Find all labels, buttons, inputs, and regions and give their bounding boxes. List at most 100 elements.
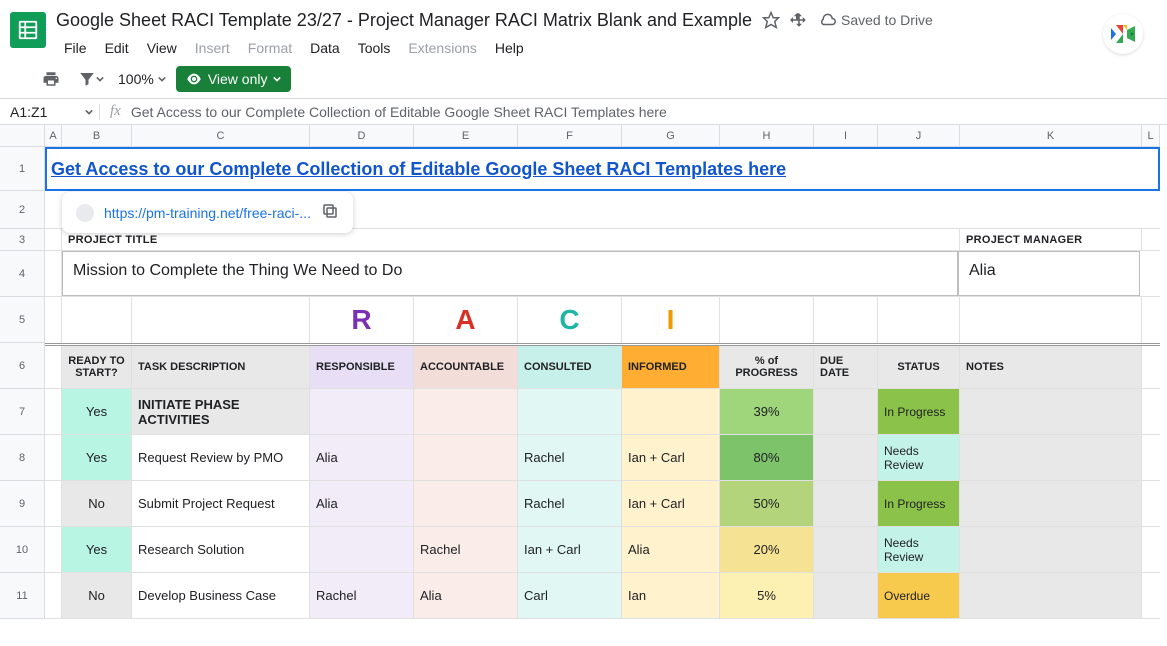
row-header-3[interactable]: 3 (0, 229, 45, 251)
cell-due[interactable] (814, 573, 878, 618)
row-header-2[interactable]: 2 (0, 191, 45, 229)
row-header-10[interactable]: 10 (0, 527, 45, 573)
sheet-header-link[interactable]: Get Access to our Complete Collection of… (47, 159, 786, 180)
menu-view[interactable]: View (139, 36, 185, 60)
cell-progress[interactable]: 50% (720, 481, 814, 526)
cell[interactable] (45, 435, 62, 480)
cell[interactable] (878, 297, 960, 343)
cell[interactable] (45, 297, 62, 343)
col-header-L[interactable]: L (1142, 125, 1160, 147)
meet-button[interactable] (1103, 14, 1143, 54)
menu-edit[interactable]: Edit (97, 36, 137, 60)
col-header-G[interactable]: G (622, 125, 720, 147)
cell[interactable] (45, 346, 62, 388)
cell-desc[interactable]: Research Solution (132, 527, 310, 572)
copy-link-icon[interactable] (321, 202, 339, 223)
cell-status[interactable]: Needs Review (878, 527, 960, 572)
col-header-I[interactable]: I (814, 125, 878, 147)
cell[interactable] (960, 297, 1142, 343)
cell-responsible[interactable]: Rachel (310, 573, 414, 618)
cell-ready[interactable]: No (62, 481, 132, 526)
cell-responsible[interactable]: Alia (310, 481, 414, 526)
move-icon[interactable] (790, 11, 808, 29)
cell-responsible[interactable] (310, 527, 414, 572)
cell-informed[interactable]: Ian (622, 573, 720, 618)
cell-accountable[interactable] (414, 389, 518, 434)
col-header-J[interactable]: J (878, 125, 960, 147)
cell-status[interactable]: In Progress (878, 481, 960, 526)
project-manager-value[interactable]: Alia (958, 251, 1140, 296)
link-preview-chip[interactable]: https://pm-training.net/free-raci-... (62, 192, 353, 233)
saved-to-drive[interactable]: Saved to Drive (818, 11, 933, 29)
cell-notes[interactable] (960, 435, 1142, 480)
cell-progress[interactable]: 5% (720, 573, 814, 618)
filter-icon[interactable] (74, 66, 108, 92)
print-icon[interactable] (38, 66, 64, 92)
cell[interactable] (720, 297, 814, 343)
cell-informed[interactable]: Ian + Carl (622, 481, 720, 526)
cell-ready[interactable]: Yes (62, 527, 132, 572)
cell-progress[interactable]: 80% (720, 435, 814, 480)
row-header-9[interactable]: 9 (0, 481, 45, 527)
col-header-D[interactable]: D (310, 125, 414, 147)
cell-consulted[interactable] (518, 389, 622, 434)
formula-bar[interactable]: Get Access to our Complete Collection of… (131, 104, 667, 120)
col-header-B[interactable]: B (62, 125, 132, 147)
cell-consulted[interactable]: Ian + Carl (518, 527, 622, 572)
menu-help[interactable]: Help (487, 36, 532, 60)
cell-desc[interactable]: Develop Business Case (132, 573, 310, 618)
row-header-6[interactable]: 6 (0, 343, 45, 389)
cell-consulted[interactable]: Rachel (518, 481, 622, 526)
row-header-11[interactable]: 11 (0, 573, 45, 619)
cell[interactable] (45, 251, 62, 296)
cell-desc[interactable]: Request Review by PMO (132, 435, 310, 480)
cell-accountable[interactable] (414, 481, 518, 526)
sheets-logo[interactable] (10, 12, 46, 48)
cell[interactable] (45, 229, 62, 250)
row-header-4[interactable]: 4 (0, 251, 45, 297)
name-box[interactable]: A1:Z1 (0, 104, 100, 120)
menu-file[interactable]: File (56, 36, 95, 60)
cell-consulted[interactable]: Carl (518, 573, 622, 618)
cell-ready[interactable]: Yes (62, 435, 132, 480)
cell-due[interactable] (814, 389, 878, 434)
col-header-F[interactable]: F (518, 125, 622, 147)
col-header-A[interactable]: A (45, 125, 62, 147)
row-header-7[interactable]: 7 (0, 389, 45, 435)
cell-notes[interactable] (960, 573, 1142, 618)
menu-tools[interactable]: Tools (350, 36, 399, 60)
cell-accountable[interactable]: Rachel (414, 527, 518, 572)
cell-due[interactable] (814, 527, 878, 572)
cell-status[interactable]: Overdue (878, 573, 960, 618)
menu-data[interactable]: Data (302, 36, 348, 60)
col-header-H[interactable]: H (720, 125, 814, 147)
cell-ready[interactable]: No (62, 573, 132, 618)
cell-responsible[interactable] (310, 389, 414, 434)
project-title-value[interactable]: Mission to Complete the Thing We Need to… (62, 251, 958, 296)
cell[interactable] (45, 573, 62, 618)
col-header-K[interactable]: K (960, 125, 1142, 147)
cell[interactable] (45, 481, 62, 526)
cell-due[interactable] (814, 435, 878, 480)
cell-informed[interactable] (622, 389, 720, 434)
cell-status[interactable]: Needs Review (878, 435, 960, 480)
cell-accountable[interactable] (414, 435, 518, 480)
zoom-dropdown[interactable]: 100% (118, 71, 166, 87)
cell-desc[interactable]: INITIATE PHASE ACTIVITIES (132, 389, 310, 434)
row-header-8[interactable]: 8 (0, 435, 45, 481)
col-header-C[interactable]: C (132, 125, 310, 147)
select-all-corner[interactable] (0, 125, 45, 147)
cell-ready[interactable]: Yes (62, 389, 132, 434)
cell-progress[interactable]: 20% (720, 527, 814, 572)
cell-responsible[interactable]: Alia (310, 435, 414, 480)
cell-accountable[interactable]: Alia (414, 573, 518, 618)
cell[interactable] (814, 297, 878, 343)
cell[interactable] (45, 527, 62, 572)
cell[interactable] (132, 297, 310, 343)
document-title[interactable]: Google Sheet RACI Template 23/27 - Proje… (56, 10, 752, 31)
cell-progress[interactable]: 39% (720, 389, 814, 434)
col-header-E[interactable]: E (414, 125, 518, 147)
row-header-5[interactable]: 5 (0, 297, 45, 343)
cell-notes[interactable] (960, 481, 1142, 526)
cell-informed[interactable]: Ian + Carl (622, 435, 720, 480)
